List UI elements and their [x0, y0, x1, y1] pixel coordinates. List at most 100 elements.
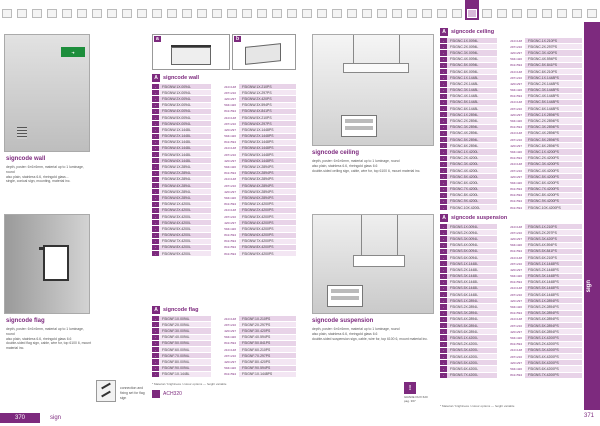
thumbnail-image	[572, 9, 582, 18]
table-cell: 420×297	[497, 174, 525, 180]
catalog-thumbnail[interactable]	[435, 0, 450, 20]
table-cell: -	[440, 186, 447, 192]
catalog-thumbnail[interactable]	[525, 0, 540, 20]
thumbnail-image	[167, 9, 177, 18]
table-cell: FSIGNS.6X.0094L	[447, 254, 497, 261]
table-cell: -	[440, 310, 447, 316]
table-cell: 594×420	[211, 334, 239, 340]
footer-right: 371	[300, 410, 600, 426]
table-cell: -	[440, 75, 447, 81]
table-cell: FSIGNC.2X.0094L	[447, 44, 497, 50]
table-cell: 420×297	[211, 359, 239, 365]
table-cell: FSIGNW.4X.0094L	[159, 108, 211, 114]
catalog-thumbnail[interactable]	[270, 0, 285, 20]
table-cell: FSIGNC.2X.4200L	[447, 155, 497, 161]
table-cell: 420×297	[497, 50, 525, 56]
section-side-tab[interactable]: sign	[584, 22, 600, 410]
catalog-thumbnail[interactable]	[345, 0, 360, 20]
catalog-thumbnail[interactable]	[210, 0, 225, 20]
catalog-thumbnail[interactable]	[375, 0, 390, 20]
table-cell: FSIGNF.5X.0094L	[159, 340, 211, 346]
catalog-thumbnail[interactable]	[240, 0, 255, 20]
catalog-thumbnail[interactable]	[405, 0, 420, 20]
table-cell: 841×594	[211, 232, 239, 238]
table-cell: 841×594	[497, 198, 525, 205]
table-cell: FSIGNW.3X.594PS	[239, 102, 296, 108]
catalog-thumbnail[interactable]	[165, 0, 180, 20]
table-cell: -	[440, 99, 447, 106]
table-cell: -	[440, 261, 447, 267]
catalog-thumbnail[interactable]	[450, 0, 465, 20]
table-cell: FSIGNS.5X.841PS	[525, 248, 582, 254]
table-cell: FSIGNC.4X.2894L	[447, 130, 497, 136]
catalog-thumbnail[interactable]	[315, 0, 330, 20]
table-cell: 297×210	[211, 322, 239, 328]
catalog-thumbnail[interactable]	[540, 0, 555, 20]
table-cell: -	[152, 90, 159, 96]
table-cell: FSIGNW.1X.0094L	[159, 90, 211, 96]
table-cell: 297×210	[497, 137, 525, 143]
table-cell: FSIGNW.5X.2894L	[159, 189, 211, 195]
catalog-thumbnail[interactable]	[195, 0, 210, 20]
table-cell: FSIGNC.5X.4200L	[447, 174, 497, 180]
catalog-thumbnail[interactable]	[390, 0, 405, 20]
table-cell: FSIGNW.4X.841PS	[239, 108, 296, 114]
catalog-thumbnail[interactable]	[105, 0, 120, 20]
table-cell: FSIGNF.4X.0094L	[159, 334, 211, 340]
table-cell: -	[152, 96, 159, 102]
catalog-thumbnail[interactable]	[510, 0, 525, 20]
table-cell: 841×594	[497, 124, 525, 130]
table-cell: -	[152, 226, 159, 232]
catalog-thumbnail[interactable]	[225, 0, 240, 20]
catalog-thumbnail[interactable]	[135, 0, 150, 20]
vent-grille-icon	[17, 127, 27, 139]
signcode-suspension-title: signcode suspension	[312, 318, 374, 324]
catalog-thumbnail[interactable]	[300, 0, 315, 20]
footer-section: sign	[50, 415, 62, 421]
table-flag-footnote: * Material / brightness / colour options…	[152, 382, 227, 386]
thumbnail-image	[47, 9, 57, 18]
catalog-thumbnail[interactable]	[150, 0, 165, 20]
catalog-thumbnail[interactable]	[570, 0, 585, 20]
thumbnail-image	[497, 9, 507, 18]
catalog-thumbnail[interactable]	[465, 0, 480, 20]
thumbnail-image	[287, 9, 297, 18]
table-cell: 841×594	[497, 372, 525, 378]
table-cell: 594×420	[211, 226, 239, 232]
catalog-thumbnail[interactable]	[330, 0, 345, 20]
catalog-thumbnail[interactable]	[15, 0, 30, 20]
catalog-thumbnail[interactable]	[585, 0, 600, 20]
catalog-thumbnail[interactable]	[480, 0, 495, 20]
catalog-thumbnail[interactable]	[555, 0, 570, 20]
table-cell: -	[440, 366, 447, 372]
table-cell: -	[152, 170, 159, 176]
table-cell: -	[440, 112, 447, 118]
catalog-thumbnail[interactable]	[495, 0, 510, 20]
catalog-thumbnail[interactable]	[120, 0, 135, 20]
table-cell: FSIGNF.1X.1448L	[159, 371, 211, 377]
table-cell: 210×148	[211, 84, 239, 90]
catalog-thumbnail[interactable]	[45, 0, 60, 20]
table-cell: -	[440, 316, 447, 322]
catalog-thumbnail[interactable]	[90, 0, 105, 20]
table-cell: 841×594	[211, 251, 239, 257]
catalog-thumbnail[interactable]	[30, 0, 45, 20]
catalog-thumbnail[interactable]	[360, 0, 375, 20]
catalog-thumbnail[interactable]	[60, 0, 75, 20]
catalog-thumbnail[interactable]	[0, 0, 15, 20]
table-cell: FSIGNS.3X.2894L	[447, 310, 497, 316]
table-cell: FSIGNC.8X.4200PS	[525, 192, 582, 198]
table-cell: FSIGNS.5X.1448PS	[525, 285, 582, 292]
catalog-thumbnail[interactable]	[180, 0, 195, 20]
catalog-thumbnail[interactable]	[420, 0, 435, 20]
table-cell: -	[152, 244, 159, 251]
catalog-thumbnail[interactable]	[285, 0, 300, 20]
catalog-thumbnail[interactable]	[255, 0, 270, 20]
table-cell: FSIGNC.2X.1448L	[447, 81, 497, 87]
table-cell: -	[440, 285, 447, 292]
table-cell: 841×594	[211, 170, 239, 176]
table-cell: FSIGNW.9X.4200PS	[239, 251, 296, 257]
table-cell: -	[152, 365, 159, 371]
fixing-set-text: connection and fixing set for flag sign	[120, 386, 145, 400]
catalog-thumbnail[interactable]	[75, 0, 90, 20]
